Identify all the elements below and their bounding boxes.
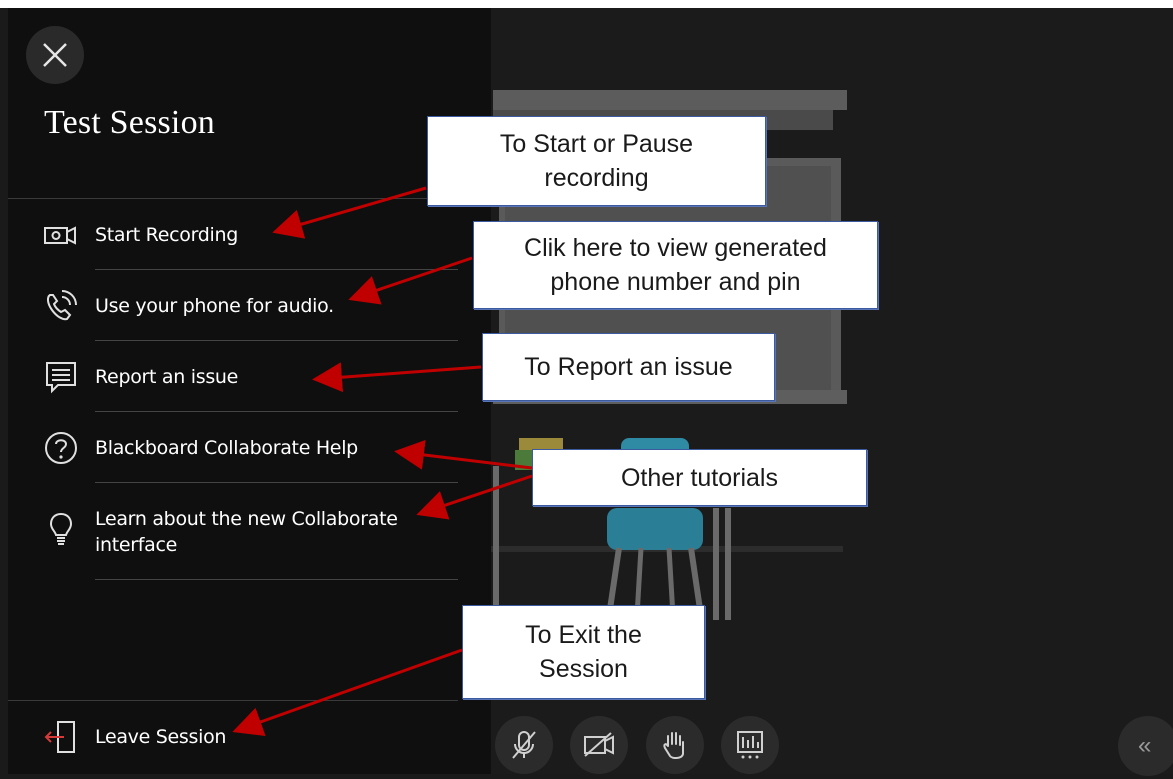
callout-phone-line2: phone number and pin xyxy=(550,268,801,296)
arrow-phone xyxy=(348,256,473,305)
arrow-exit xyxy=(232,648,463,737)
callout-exit-line2: Session xyxy=(539,655,628,683)
callout-recording-line1: To Start or Pause xyxy=(499,130,694,158)
arrow-recording xyxy=(272,186,427,239)
stage: Test Session Start Recording Use your ph… xyxy=(0,0,1173,776)
arrow-help xyxy=(394,439,533,470)
callout-tutorials-line1: Other tutorials xyxy=(620,463,778,492)
callout-exit: To Exit the Session xyxy=(462,605,705,699)
callout-report-line1: To Report an issue xyxy=(524,353,733,381)
callout-recording: To Start or Pause recording xyxy=(427,116,766,206)
callout-tutorials: Other tutorials xyxy=(532,449,867,506)
callout-recording-line2: recording xyxy=(544,164,649,192)
arrow-learn xyxy=(416,474,533,520)
callout-phone: Clik here to view generated phone number… xyxy=(473,221,878,309)
arrow-report xyxy=(312,362,482,393)
callout-phone-line1: Clik here to view generated xyxy=(524,234,827,262)
callout-exit-line1: To Exit the xyxy=(525,621,642,649)
callout-report: To Report an issue xyxy=(482,333,775,401)
